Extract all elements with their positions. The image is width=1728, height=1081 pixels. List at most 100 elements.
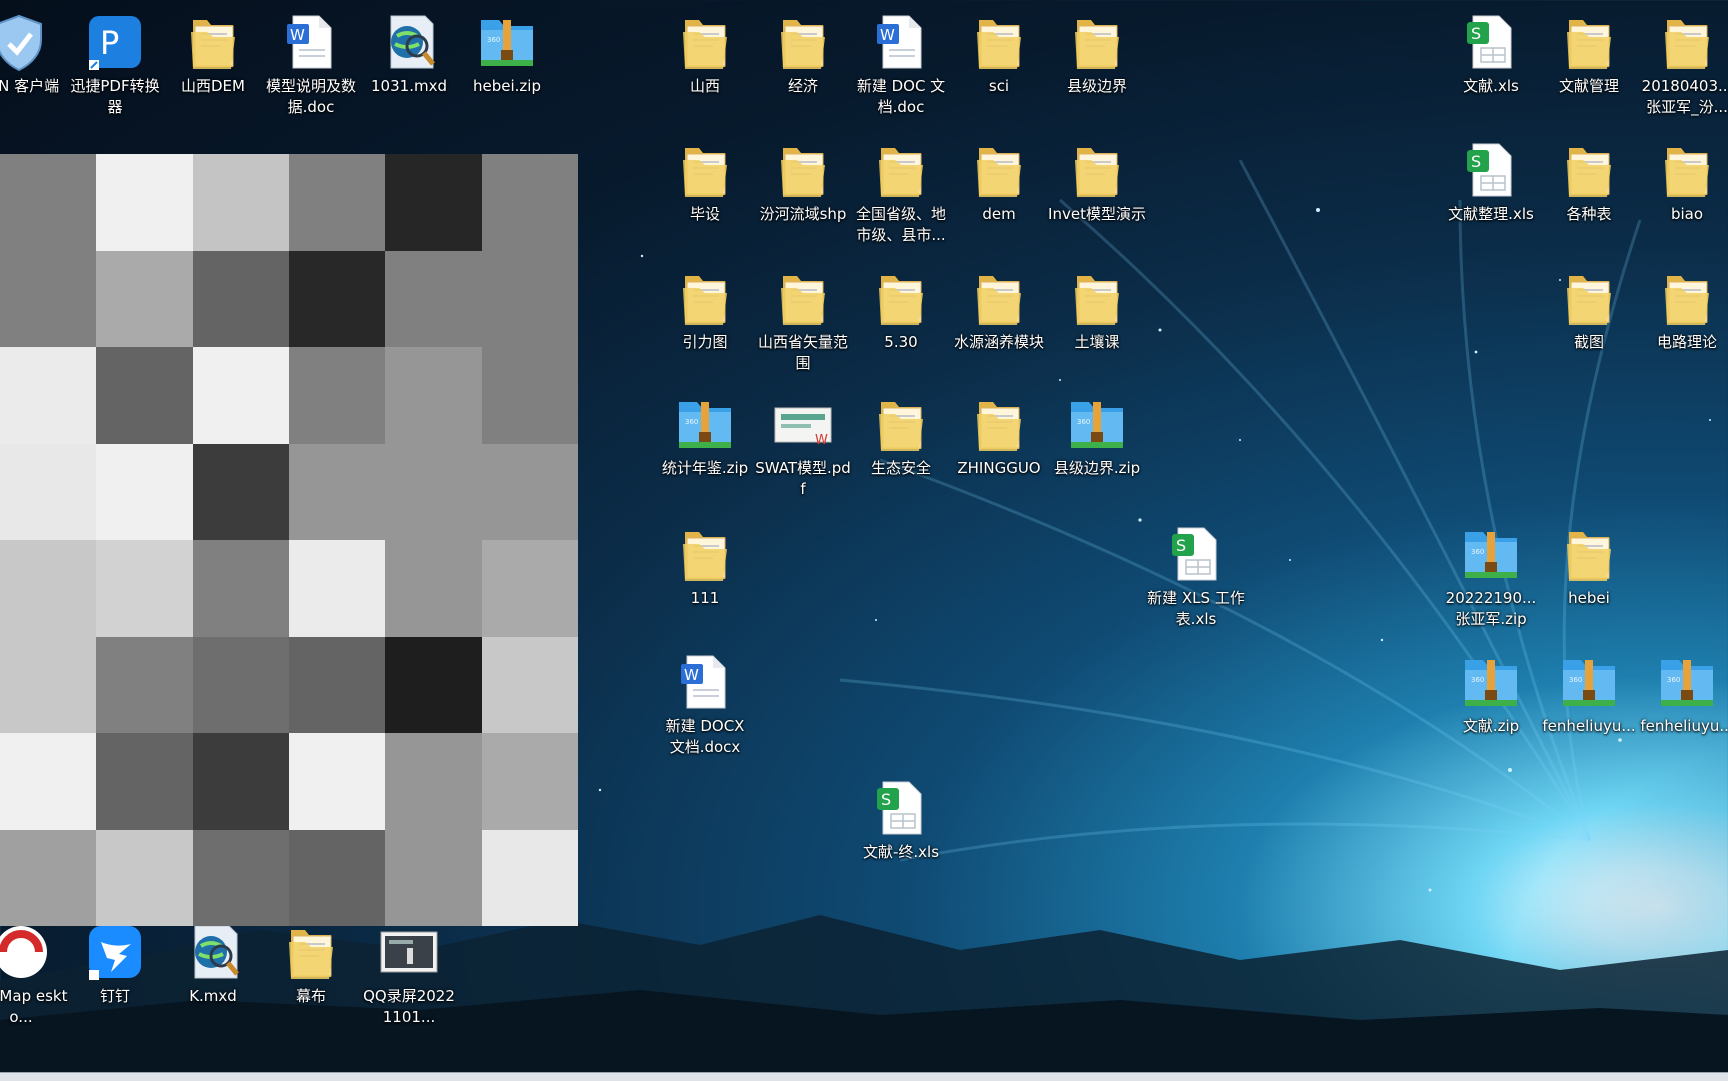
desktop-icon-zip-39[interactable]: 360 文献.zip bbox=[1442, 650, 1540, 737]
desktop-icon-zip-36[interactable]: 360 20222190...张亚军.zip bbox=[1442, 522, 1540, 630]
desktop-icon-folder-13[interactable]: 20180403...张亚军_汾... bbox=[1638, 10, 1728, 118]
desktop-icon-folder-9[interactable]: sci bbox=[950, 10, 1048, 97]
desktop-icon-dingtalk-44[interactable]: 钉钉 bbox=[66, 920, 164, 1007]
desktop-icon-mxd-4[interactable]: 1031.mxd bbox=[360, 10, 458, 97]
desktop-icon-folder-20[interactable]: 各种表 bbox=[1540, 138, 1638, 225]
desktop-icon-label: QQ录屏20221101... bbox=[363, 987, 455, 1026]
desktop-icon-label: 1031.mxd bbox=[371, 77, 447, 95]
desktop-icon-folder-23[interactable]: 山西省矢量范围 bbox=[754, 266, 852, 374]
mosaic-cell bbox=[96, 540, 193, 637]
desktop-icon-label: fenheliuyu... bbox=[1640, 717, 1728, 735]
desktop-icon-label: 文献-终.xls bbox=[862, 843, 940, 861]
folder-icon bbox=[673, 266, 737, 332]
desktop-icon-folder-34[interactable]: 111 bbox=[656, 522, 754, 609]
desktop-icon-label: 20222190...张亚军.zip bbox=[1445, 589, 1537, 628]
desktop-icon-zip-40[interactable]: 360 fenheliuyu... bbox=[1540, 650, 1638, 737]
desktop-icon-doc-38[interactable]: W 新建 DOCX 文档.docx bbox=[656, 650, 754, 758]
desktop-icon-zip-41[interactable]: 360 fenheliuyu... bbox=[1638, 650, 1728, 737]
desktop-icon-label: 111 bbox=[690, 589, 720, 607]
desktop-icon-label: 文献管理 bbox=[1558, 77, 1619, 95]
desktop-icon-folder-7[interactable]: 经济 bbox=[754, 10, 852, 97]
desktop-icon-folder-6[interactable]: 山西 bbox=[656, 10, 754, 97]
svg-text:360: 360 bbox=[487, 36, 500, 44]
desktop-icon-label: 新建 DOCX 文档.docx bbox=[665, 717, 745, 756]
mosaic-cell bbox=[481, 250, 578, 347]
desktop-icon-folder-21[interactable]: biao bbox=[1638, 138, 1728, 225]
folder-icon bbox=[1655, 266, 1719, 332]
desktop-icon-folder-27[interactable]: 截图 bbox=[1540, 266, 1638, 353]
zip-icon: 360 bbox=[475, 10, 539, 76]
desktop-icon-label: 5.30 bbox=[884, 333, 918, 351]
desktop-icon-xls-35[interactable]: S 新建 XLS 工作表.xls bbox=[1147, 522, 1245, 630]
desktop-icon-pdfapp-1[interactable]: P 迅捷PDF转换器 bbox=[66, 10, 164, 118]
svg-text:360: 360 bbox=[1569, 676, 1582, 684]
desktop-icon-zip-33[interactable]: 360 县级边界.zip bbox=[1048, 392, 1146, 479]
mosaic-cell bbox=[289, 636, 386, 733]
desktop-icon-zip-5[interactable]: 360 hebei.zip bbox=[458, 10, 556, 97]
xls-icon: S bbox=[1459, 138, 1523, 204]
desktop-icon-label: 县级边界.zip bbox=[1053, 459, 1141, 477]
desktop-icon-folder-17[interactable]: dem bbox=[950, 138, 1048, 225]
svg-text:S: S bbox=[881, 790, 891, 809]
desktop-icon-zip-29[interactable]: 360 统计年鉴.zip bbox=[656, 392, 754, 479]
desktop-icon-folder-25[interactable]: 水源涵养模块 bbox=[950, 266, 1048, 353]
desktop-icon-folder-2[interactable]: 山西DEM bbox=[164, 10, 262, 97]
svg-text:W: W bbox=[290, 26, 305, 44]
mosaic-cell bbox=[385, 636, 482, 733]
desktop-icon-doc-3[interactable]: W 模型说明及数据.doc bbox=[262, 10, 360, 118]
desktop-icon-xls-42[interactable]: S 文献-终.xls bbox=[852, 776, 950, 863]
desktop-icon-folder-22[interactable]: 引力图 bbox=[656, 266, 754, 353]
zip-icon: 360 bbox=[673, 392, 737, 458]
desktop[interactable]: VPN 客户端 P 迅捷PDF转换器 山西DEM W 模型说明及数据.doc 1031.mx… bbox=[0, 0, 1728, 1080]
desktop-icon-label: ZHINGGUO bbox=[957, 459, 1041, 477]
desktop-icon-folder-24[interactable]: 5.30 bbox=[852, 266, 950, 353]
desktop-icon-label: 文献整理.xls bbox=[1448, 205, 1534, 223]
desktop-icon-folder-16[interactable]: 全国省级、地市级、县市... bbox=[852, 138, 950, 246]
desktop-icon-folder-26[interactable]: 土壤课 bbox=[1048, 266, 1146, 353]
desktop-icon-xls-11[interactable]: S 文献.xls bbox=[1442, 10, 1540, 97]
xls-icon: S bbox=[869, 776, 933, 842]
folder-icon bbox=[967, 266, 1031, 332]
folder-icon bbox=[673, 138, 737, 204]
desktop-icon-folder-14[interactable]: 毕设 bbox=[656, 138, 754, 225]
desktop-icon-pdf-30[interactable]: W SWAT模型.pdf bbox=[754, 392, 852, 500]
folder-icon bbox=[181, 10, 245, 76]
mosaic-cell bbox=[289, 443, 386, 540]
desktop-icon-label: 文献.xls bbox=[1463, 77, 1519, 95]
folder-icon bbox=[673, 10, 737, 76]
doc-icon: W bbox=[279, 10, 343, 76]
desktop-icon-folder-31[interactable]: 生态安全 bbox=[852, 392, 950, 479]
folder-icon bbox=[967, 392, 1031, 458]
desktop-icon-doc-8[interactable]: W 新建 DOC 文档.doc bbox=[852, 10, 950, 118]
desktop-icon-folder-32[interactable]: ZHINGGUO bbox=[950, 392, 1048, 479]
svg-text:360: 360 bbox=[1471, 548, 1484, 556]
desktop-icon-folder-37[interactable]: hebei bbox=[1540, 522, 1638, 609]
mosaic-cell bbox=[481, 733, 578, 830]
desktop-icon-video-47[interactable]: QQ录屏20221101... bbox=[360, 920, 458, 1028]
svg-text:S: S bbox=[1471, 24, 1481, 43]
desktop-icon-label: biao bbox=[1670, 205, 1704, 223]
desktop-icon-label: 各种表 bbox=[1566, 205, 1612, 223]
shield-icon bbox=[0, 10, 51, 76]
folder-icon bbox=[673, 522, 737, 588]
folder-icon bbox=[279, 920, 343, 986]
desktop-icon-folder-46[interactable]: 幕布 bbox=[262, 920, 360, 1007]
folder-icon bbox=[1065, 138, 1129, 204]
dingtalk-icon bbox=[83, 920, 147, 986]
desktop-icon-folder-10[interactable]: 县级边界 bbox=[1048, 10, 1146, 97]
desktop-icon-xls-19[interactable]: S 文献整理.xls bbox=[1442, 138, 1540, 225]
desktop-icon-folder-15[interactable]: 汾河流域shp bbox=[754, 138, 852, 225]
desktop-icon-label: sci bbox=[988, 77, 1010, 95]
video-icon bbox=[377, 920, 441, 986]
mosaic-cell bbox=[481, 540, 578, 637]
desktop-icon-supermap-43[interactable]: perMap eskto... bbox=[0, 920, 70, 1028]
desktop-icon-folder-18[interactable]: Invet模型演示 bbox=[1048, 138, 1146, 225]
desktop-icon-label: perMap eskto... bbox=[0, 987, 68, 1026]
desktop-icon-folder-12[interactable]: 文献管理 bbox=[1540, 10, 1638, 97]
folder-icon bbox=[1557, 266, 1621, 332]
folder-icon bbox=[771, 10, 835, 76]
desktop-icon-folder-28[interactable]: 电路理论 bbox=[1638, 266, 1728, 353]
desktop-icon-shield-0[interactable]: VPN 客户端 bbox=[0, 10, 68, 97]
desktop-icon-mxd-45[interactable]: K.mxd bbox=[164, 920, 262, 1007]
mosaic-cell bbox=[481, 347, 578, 444]
